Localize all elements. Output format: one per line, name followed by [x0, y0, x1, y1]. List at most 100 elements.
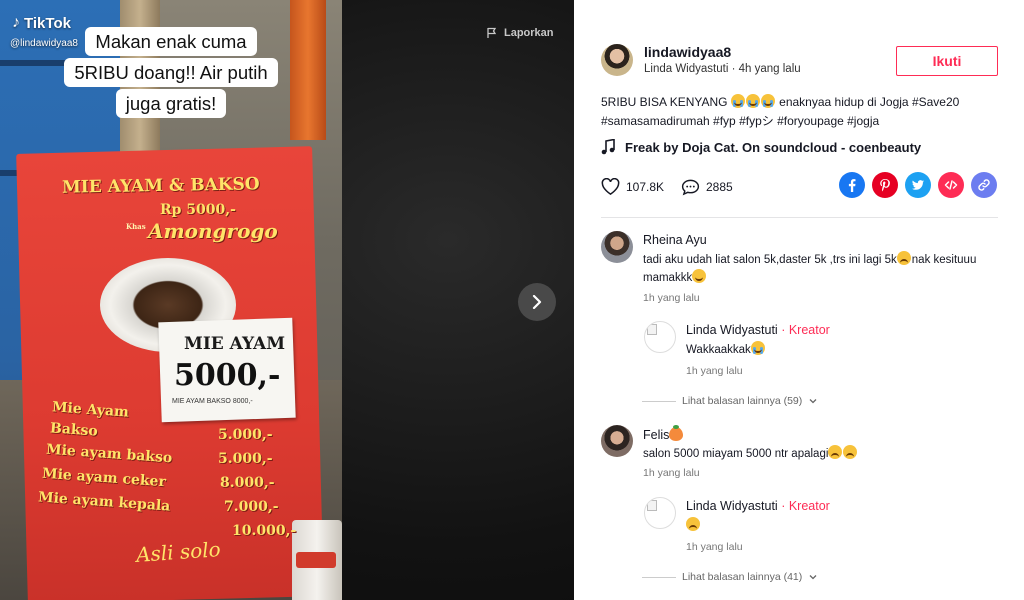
share-pinterest-button[interactable]	[872, 172, 898, 198]
comment-count: 2885	[706, 180, 733, 194]
bucket-label	[296, 552, 336, 568]
author-meta: Linda Widyastuti · 4h yang lalu	[644, 63, 801, 75]
laughing-crying-emoji-icon	[750, 341, 765, 355]
next-video-button[interactable]	[518, 283, 556, 321]
hashtag-link[interactable]: #Save20	[912, 95, 959, 109]
comment-icon	[681, 179, 700, 196]
embed-icon	[944, 180, 958, 190]
banner-subtitle: Amongrogo	[148, 219, 278, 243]
view-more-replies-button[interactable]: Lihat balasan lainnya (59)	[642, 395, 818, 407]
commenter-name[interactable]: Felis	[643, 425, 684, 442]
section-divider	[601, 217, 998, 218]
reply-item: Linda Widyastuti · Kreator 1h yang lalu	[644, 497, 998, 559]
smile-emoji-icon	[692, 269, 707, 283]
reply-text: Wakkaakkak	[686, 341, 1024, 359]
banner-title: MIE AYAM & BAKSO	[61, 174, 260, 198]
comment-item: Rheina Ayu tadi aku udah liat salon 5k,d…	[601, 231, 998, 311]
music-link[interactable]: Freak by Doja Cat. On soundcloud - coenb…	[601, 139, 921, 155]
report-button[interactable]: Laporkan	[486, 27, 554, 39]
meta-separator: ·	[731, 63, 736, 75]
tiktok-logo-icon: ♪	[12, 14, 20, 31]
comment-text-part: salon 5000 miayam 5000 ntr apalagi	[643, 448, 829, 460]
caption-line: 5RIBU doang!! Air putih	[64, 58, 278, 87]
author-row: lindawidyaa8 Linda Widyastuti · 4h yang …	[601, 44, 998, 80]
creator-badge: · Kreator	[777, 499, 830, 513]
share-facebook-button[interactable]	[839, 172, 865, 198]
description-text: 5RIBU BISA KENYANG	[601, 95, 731, 109]
music-note-icon	[601, 139, 615, 155]
hashtag-links[interactable]: #samasamadirumah #fyp #fypシ #foryoupage …	[601, 114, 879, 128]
commenter-avatar[interactable]	[601, 231, 633, 263]
replier-avatar[interactable]	[644, 321, 676, 353]
like-button[interactable]: 107.8K	[601, 178, 664, 196]
peach-emoji-icon	[669, 425, 684, 441]
chevron-down-icon	[809, 399, 817, 404]
reply-time: 1h yang lalu	[686, 365, 743, 377]
chevron-down-icon	[809, 575, 817, 580]
commenter-avatar[interactable]	[601, 425, 633, 457]
replier-display-name: Linda Widyastuti	[686, 499, 778, 513]
follow-button[interactable]: Ikuti	[896, 46, 998, 76]
reply-text-part: Wakkaakkak	[686, 344, 751, 356]
video-player[interactable]: MIE AYAM & BAKSO Rp 5000,- Khas Amongrog…	[0, 0, 574, 600]
comment-text-part: tadi aku udah liat salon 5k,daster 5k ,t…	[643, 254, 897, 266]
comment-time: 1h yang lalu	[643, 467, 700, 479]
heart-icon	[601, 178, 620, 196]
comment-text: salon 5000 miayam 5000 ntr apalagi	[643, 445, 983, 463]
divider-line	[642, 576, 676, 578]
crying-emoji-icon	[745, 94, 760, 108]
replier-avatar[interactable]	[644, 497, 676, 529]
more-replies-label: Lihat balasan lainnya (41)	[682, 571, 803, 583]
menu-item: Bakso	[49, 420, 99, 440]
engagement-row: 107.8K 2885	[601, 172, 998, 202]
flag-icon	[487, 27, 497, 38]
comment-text: tadi aku udah liat salon 5k,daster 5k ,t…	[643, 251, 983, 287]
share-twitter-button[interactable]	[905, 172, 931, 198]
menu-price: 5.000,-	[218, 427, 273, 443]
crying-emoji-icon	[760, 94, 775, 108]
chevron-right-icon	[532, 295, 542, 309]
reply-text	[686, 517, 1024, 535]
twitter-icon	[912, 180, 924, 190]
card-line-3: MIE AYAM BAKSO 8000,-	[172, 398, 253, 405]
creator-badge: · Kreator	[777, 323, 830, 337]
sad-emoji-icon	[686, 517, 700, 531]
link-icon	[978, 179, 990, 191]
card-line-2: 5000,-	[174, 358, 281, 393]
replier-display-name: Linda Widyastuti	[686, 323, 778, 337]
card-line-1: MIE AYAM	[184, 334, 286, 354]
pinterest-icon	[880, 179, 890, 192]
replier-name[interactable]: Linda Widyastuti · Kreator	[686, 499, 830, 513]
sad-emoji-icon	[896, 251, 911, 265]
menu-price: 7.000,-	[224, 499, 279, 515]
author-username[interactable]: lindawidyaa8	[644, 44, 731, 60]
more-replies-label: Lihat balasan lainnya (59)	[682, 395, 803, 407]
replier-name[interactable]: Linda Widyastuti · Kreator	[686, 323, 830, 337]
like-count: 107.8K	[626, 180, 665, 194]
view-more-replies-button[interactable]: Lihat balasan lainnya (41)	[642, 571, 818, 583]
share-embed-button[interactable]	[938, 172, 964, 198]
sad-emoji-icon	[843, 445, 858, 459]
comment-time: 1h yang lalu	[643, 292, 700, 304]
copy-link-button[interactable]	[971, 172, 997, 198]
caption-line: juga gratis!	[115, 89, 227, 118]
sad-emoji-icon	[828, 445, 843, 459]
video-caption: Makan enak cuma 5RIBU doang!! Air putih …	[30, 26, 312, 119]
comment-button[interactable]: 2885	[681, 178, 733, 196]
divider-line	[642, 400, 676, 402]
video-description: 5RIBU BISA KENYANG enaknyaa hidup di Jog…	[601, 93, 1001, 131]
banner-price: Rp 5000,-	[160, 202, 236, 218]
description-text: enaknyaa hidup di Jogja	[775, 95, 912, 109]
post-time: 4h yang lalu	[738, 63, 801, 75]
author-avatar[interactable]	[601, 44, 633, 76]
details-panel: lindawidyaa8 Linda Widyastuti · 4h yang …	[574, 0, 1024, 600]
author-display-name: Linda Widyastuti	[644, 63, 729, 75]
menu-price: 5.000,-	[218, 451, 273, 467]
tiktok-video-page: MIE AYAM & BAKSO Rp 5000,- Khas Amongrog…	[0, 0, 1024, 600]
report-label: Laporkan	[504, 27, 554, 39]
reply-time: 1h yang lalu	[686, 541, 743, 553]
reply-item: Linda Widyastuti · Kreator Wakkaakkak 1h…	[644, 321, 998, 383]
comment-item: Felis salon 5000 miayam 5000 ntr apalagi…	[601, 425, 998, 485]
banner-khas: Khas	[126, 222, 146, 231]
commenter-name[interactable]: Rheina Ayu	[643, 233, 707, 247]
